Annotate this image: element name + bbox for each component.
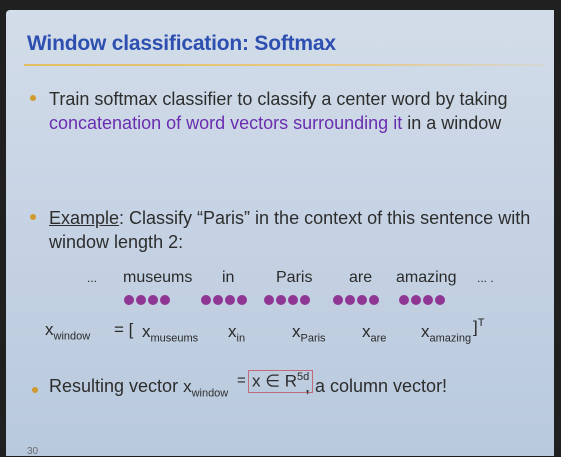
vector-dot — [300, 295, 310, 305]
eq-lhs-x: x — [45, 320, 54, 339]
eq-term-x: x — [421, 322, 430, 341]
eq-term-paris: xParis — [292, 322, 326, 344]
eq-term-x: x — [228, 322, 237, 341]
word-museums: museums — [123, 269, 193, 286]
eq-rhs: ]T — [473, 317, 484, 338]
bullet-1-highlight: concatenation of word vectors surroundin… — [49, 113, 403, 133]
bullet-1-line-1: Train softmax classifier to classify a c… — [49, 89, 508, 109]
word-amazing: amazing — [396, 269, 457, 286]
vector-dot — [369, 295, 379, 305]
bullet-3-tail: , a column vector! — [305, 376, 448, 396]
vector-dot — [136, 295, 146, 305]
eq-term-museums: xmuseums — [142, 322, 198, 344]
vector-dot — [411, 295, 421, 305]
word-in: in — [222, 269, 235, 286]
word-paris: Paris — [276, 269, 313, 286]
vector-dot — [124, 295, 134, 305]
vector-dot — [201, 295, 211, 305]
result-x: x — [183, 377, 192, 396]
vector-dot — [148, 295, 158, 305]
vector-dot — [345, 295, 355, 305]
example-label: Example — [49, 208, 120, 228]
vector-dot — [213, 295, 223, 305]
vector-dot — [423, 295, 433, 305]
eq-term-sub: Paris — [300, 332, 326, 345]
result-box: x ∈ R5d — [248, 370, 314, 393]
word-are: are — [349, 269, 373, 286]
eq-term-sub: amazing — [429, 332, 472, 345]
vector-dot — [288, 295, 298, 305]
ellipsis-left: ... — [87, 271, 98, 285]
result-box-text: x ∈ R — [252, 371, 298, 391]
slide-title: Window classification: Softmax — [27, 32, 336, 55]
eq-term-x: x — [362, 322, 371, 341]
bullet-1-tail: in a window — [402, 113, 502, 133]
bullet-2-line-1: Example: Classify “Paris” in the context… — [49, 206, 530, 230]
vector-dot — [264, 295, 274, 305]
eq-lhs: xwindow — [45, 320, 90, 342]
result-equals: = — [237, 372, 246, 389]
vector-dot — [357, 295, 367, 305]
eq-term-sub: are — [370, 332, 387, 345]
bullet-3-line: Resulting vector xwindow — [49, 374, 228, 406]
result-sub: window — [191, 387, 229, 400]
eq-term-x: x — [142, 322, 151, 341]
eq-transpose: T — [477, 317, 485, 329]
bullet-3-text: Resulting vector — [49, 376, 184, 396]
title-underline — [24, 64, 544, 66]
eq-equals-bracket: = [ — [114, 320, 134, 339]
vector-dot — [237, 295, 247, 305]
eq-term-x: x — [292, 322, 301, 341]
vector-dot — [276, 295, 286, 305]
eq-term-are: xare — [362, 322, 386, 344]
vector-dot — [160, 295, 170, 305]
bullet-dot-2 — [30, 214, 36, 220]
ellipsis-right: ... . — [477, 271, 494, 285]
eq-term-amazing: xamazing — [421, 322, 471, 344]
vector-dot — [435, 295, 445, 305]
bullet-dot-1 — [30, 95, 36, 101]
eq-term-sub: in — [236, 332, 246, 345]
page-number: 30 — [27, 446, 39, 457]
vector-dot — [399, 295, 409, 305]
bullet-2-line-2: window length 2: — [49, 232, 184, 252]
bullet-dot-3 — [32, 387, 38, 393]
slide: Window classification: Softmax Train sof… — [6, 10, 554, 457]
eq-term-in: xin — [228, 322, 245, 344]
vector-dot — [225, 295, 235, 305]
vector-dot — [333, 295, 343, 305]
bullet-1-line-2: concatenation of word vectors surroundin… — [49, 111, 501, 135]
eq-lhs-sub: window — [53, 330, 91, 343]
bullet-2-text: : Classify “Paris” in the context of thi… — [119, 208, 531, 228]
eq-term-sub: museums — [150, 332, 199, 345]
